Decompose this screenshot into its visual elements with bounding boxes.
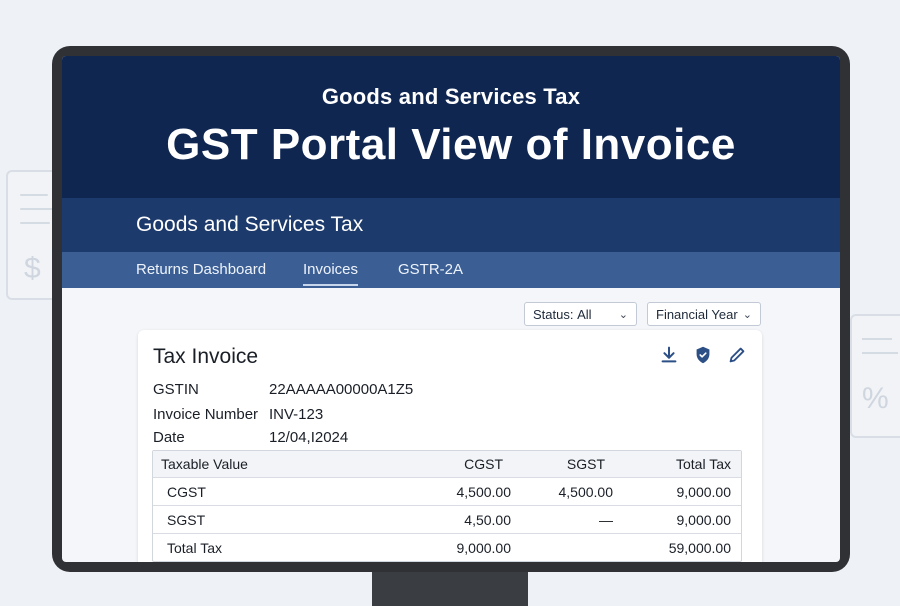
screen: Goods and Services Tax GST Portal View o…	[62, 56, 840, 562]
monitor-stand	[372, 566, 528, 606]
page-title: GST Portal View of Invoice	[166, 120, 736, 169]
status-filter-label: Status:	[533, 306, 574, 322]
hero-supertitle: Goods and Services Tax	[321, 84, 581, 109]
gstin-label: GSTIN	[153, 381, 199, 398]
column-header-taxable-value: Taxable Value	[161, 456, 248, 472]
date-value: 12/04,I2024	[269, 429, 349, 446]
financial-year-label: Financial Year	[656, 306, 738, 322]
financial-year-dropdown[interactable]: Financial Year ⌄	[647, 302, 761, 326]
table-row: Total Tax 9,000.00 59,000.00	[153, 533, 741, 562]
status-filter-value: All	[577, 306, 592, 322]
chevron-down-icon: ⌄	[618, 308, 628, 321]
table-cell: 4,500.00	[456, 484, 512, 500]
hero-banner: Goods and Services Tax GST Portal View o…	[62, 56, 840, 198]
status-filter-dropdown[interactable]: Status: All ⌄	[524, 302, 637, 326]
portal-header-title: Goods and Services Tax	[136, 213, 364, 236]
download-icon[interactable]	[658, 344, 680, 366]
table-cell: 4,500.00	[558, 484, 614, 500]
table-cell: 9,000.00	[456, 540, 512, 556]
monitor-frame: Goods and Services Tax GST Portal View o…	[52, 46, 850, 572]
date-label: Date	[153, 429, 185, 446]
chevron-down-icon: ⌄	[742, 308, 752, 321]
column-header-cgst: CGST	[464, 456, 503, 472]
nav-item-gstr-2a[interactable]: GSTR-2A	[398, 261, 463, 278]
invoice-number-value: INV-123	[269, 406, 324, 423]
table-cell: SGST	[167, 512, 206, 528]
invoice-title: Tax Invoice	[153, 345, 259, 368]
table-cell: 9,000.00	[676, 484, 732, 500]
table-cell: 59,000.00	[668, 540, 731, 556]
table-cell: —	[599, 512, 613, 528]
portal-header: Goods and Services Tax	[62, 198, 840, 252]
invoice-actions	[658, 344, 748, 366]
table-cell: Total Tax	[167, 540, 222, 556]
table-cell: 9,000.00	[676, 512, 732, 528]
background-percent-document-icon: %	[850, 314, 900, 438]
table-header-row: Taxable Value CGST SGST Total Tax	[153, 451, 741, 477]
pencil-icon[interactable]	[726, 344, 748, 366]
table-cell: 4,50.00	[464, 512, 511, 528]
shield-icon[interactable]	[692, 344, 714, 366]
nav-item-invoices[interactable]: Invoices	[303, 261, 359, 286]
invoice-card: Tax Invoice GSTIN 22AAAAA00000A1Z5 Invoi…	[138, 330, 762, 562]
column-header-total-tax: Total Tax	[676, 456, 731, 472]
nav-bar: Returns Dashboard Invoices GSTR-2A	[62, 252, 840, 288]
tax-table: Taxable Value CGST SGST Total Tax CGST 4…	[152, 450, 742, 562]
table-cell: CGST	[167, 484, 206, 500]
column-header-sgst: SGST	[566, 456, 605, 472]
table-row: SGST 4,50.00 — 9,000.00	[153, 505, 741, 534]
invoice-number-label: Invoice Number	[153, 406, 259, 423]
nav-item-returns-dashboard[interactable]: Returns Dashboard	[136, 261, 266, 278]
table-row: CGST 4,500.00 4,500.00 9,000.00	[153, 477, 741, 506]
gstin-value: 22AAAAA00000A1Z5	[269, 381, 414, 398]
